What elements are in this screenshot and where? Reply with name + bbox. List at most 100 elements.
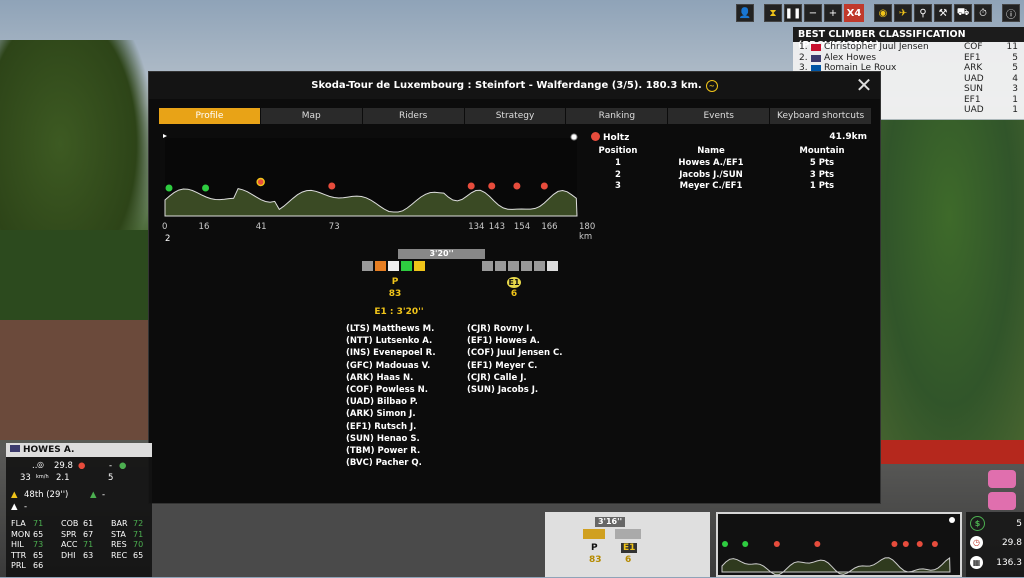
finish-icon [570,133,578,141]
gap-bar: 3'20'' [398,249,485,259]
climber-points: 5 [1012,63,1018,73]
stat-value: 71 [133,529,144,539]
tab-strategy[interactable]: Strategy [464,108,566,124]
rider-list-item[interactable]: (UAD) Bilbao P. [346,396,436,408]
sprint-icon[interactable] [165,184,173,192]
bird-icon[interactable]: ✈ [894,4,912,22]
stat-key: TTR [11,550,27,560]
rider-list-item[interactable]: (SUN) Henao S. [346,433,436,445]
climber-row[interactable]: 1. Christopher Juul Jensen COF 11 [793,42,1024,53]
speed-unit: km/h [36,474,49,480]
car-icon[interactable]: ⛟ [954,4,972,22]
jersey-icon [534,261,545,271]
climb-icon[interactable] [488,182,496,190]
sprint-icon[interactable] [202,184,210,192]
flag-icon [811,44,821,51]
breakaway-jerseys [615,529,641,539]
rider-list-item[interactable]: (EF1) Rutsch J. [346,421,436,433]
rider-list-item[interactable]: (ARK) Haas N. [346,372,436,384]
rider-panel: HOWES A. .. ◎ 29.8 ● - ● 33 km/h 2.1 5 ▲… [6,443,152,577]
hourglass-icon[interactable]: ⧗ [764,4,782,22]
climber-name: Alex Howes [824,52,877,63]
rider-list-item[interactable]: (COF) Powless N. [346,384,436,396]
climber-row[interactable]: 2. Alex Howes EF1 5 [793,53,1024,64]
rider-list-item[interactable]: (LTS) Matthews M. [346,323,436,335]
mini-profile-chart [721,517,955,576]
peloton-label: P [591,543,598,553]
person-icon[interactable]: 👤 [736,4,754,22]
money-icon: $ [970,516,985,531]
rider-value-3: - [109,461,113,471]
tab-ranking[interactable]: Ranking [566,108,668,124]
rider-list-item[interactable]: (ARK) Simon J. [346,408,436,420]
rider-list-item[interactable]: (NTT) Lutsenko A. [346,335,436,347]
jersey-icon [495,261,506,271]
km-label: 16 [198,222,210,232]
climb-icon[interactable] [513,182,521,190]
rider-value-6: 5 [108,473,114,483]
team-jersey-icon [988,492,1016,510]
peloton-jerseys [362,261,425,271]
rider-list-item[interactable]: (COF) Juul Jensen C. [467,347,562,359]
tab-events[interactable]: Events [668,108,770,124]
rider-list-item[interactable]: (CJR) Rovny I. [467,323,562,335]
plus-icon[interactable]: + [824,4,842,22]
rider-green-rank: - [102,490,106,500]
rider-list-item[interactable]: (EF1) Meyer C. [467,360,562,372]
pause-icon[interactable]: ❚❚ [784,4,802,22]
climber-team: EF1 [964,94,981,105]
energy-icon: ● [119,461,127,471]
power-icon: ◎ [37,460,44,469]
close-icon[interactable]: ✕ [854,75,874,95]
mountain-row: 2 Jacobs J./SUN 3 Pts [591,170,867,182]
stat-value: 63 [83,550,94,560]
bike-icon[interactable]: ⚲ [914,4,932,22]
jersey-icon [521,261,532,271]
rider-list-item[interactable]: (TBM) Power R. [346,445,436,457]
climber-position: 2. [799,52,808,63]
speed-value: 29.8 [1001,537,1022,548]
jersey-icon [362,261,373,271]
remaining-km: 136.3 [996,557,1022,568]
minus-icon[interactable]: − [804,4,822,22]
tool-icon[interactable]: ⚒ [934,4,952,22]
rider-list-item[interactable]: (INS) Evenepoel R. [346,347,436,359]
rider-name-row[interactable]: HOWES A. [6,443,152,457]
rider-list-item[interactable]: (SUN) Jacobs J. [467,384,562,396]
finish-icon [949,517,955,523]
climb-icon[interactable] [256,177,265,187]
stage-title: Skoda-Tour de Luxembourg : Steinfort - W… [311,80,702,91]
climb-icon[interactable] [328,182,336,190]
rider-list-item[interactable]: (CJR) Calle J. [467,372,562,384]
tab-profile[interactable]: Profile [159,108,260,124]
tab-map[interactable]: Map [260,108,362,124]
peloton-jerseys [583,529,605,539]
climber-team: SUN [964,84,984,94]
climb-icon[interactable] [540,182,548,190]
mountain-points: 3 Pts [809,169,835,180]
climb-icon [773,541,780,547]
yellow-jersey-icon: ▲ [11,490,18,500]
climber-team: EF1 [964,52,981,63]
stat-value: 72 [133,519,144,528]
km-label: 134 [468,222,485,232]
sprint-icon [722,541,728,547]
jersey-icon [547,261,558,271]
breakaway-count: 6 [510,289,518,299]
climber-team: UAD [964,105,984,115]
hilly-stage-icon: ~ [705,79,718,92]
mountain-row: 1 Howes A./EF1 5 Pts [591,158,867,170]
km-label: 73 [328,222,340,232]
stat-value: 71 [33,519,44,528]
background-wall [0,320,148,440]
rider-list-item[interactable]: (GFC) Madouas V. [346,360,436,372]
stopwatch-icon[interactable]: ⏱ [974,4,992,22]
tab-riders[interactable]: Riders [362,108,464,124]
speed-x4-button[interactable]: X4 [844,4,864,22]
info-icon[interactable]: ⓘ [1002,4,1020,22]
rider-list-item[interactable]: (BVC) Pacher Q. [346,457,436,469]
eye-icon[interactable]: ◉ [874,4,892,22]
tab-keyboard-shortcuts[interactable]: Keyboard shortcuts [770,108,872,124]
climb-icon[interactable] [467,182,475,190]
rider-list-item[interactable]: (EF1) Howes A. [467,335,562,347]
